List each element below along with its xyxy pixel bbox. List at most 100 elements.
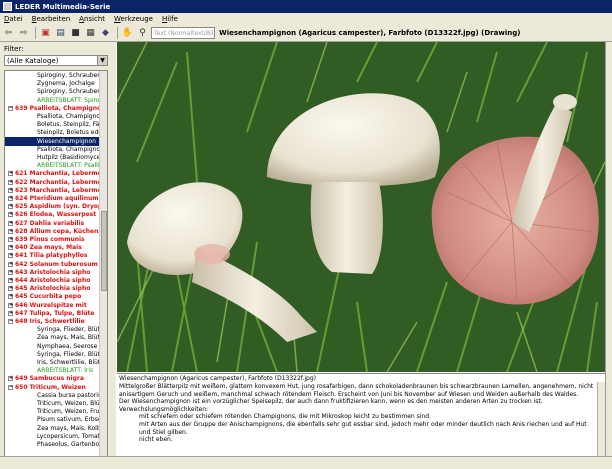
expand-icon[interactable]: + bbox=[8, 269, 13, 275]
menu-datei[interactable]: Datei bbox=[4, 15, 23, 23]
tree-item[interactable]: +626 Elodea, Wasserpest bbox=[5, 210, 101, 219]
tree-item-label: 628 Allium cepa, Küchenzwiebel bbox=[15, 227, 101, 235]
tree-item-label: Nymphaea, Seerose bbox=[37, 342, 98, 350]
tree-item[interactable]: +645 Aristolochia sipho bbox=[5, 284, 101, 293]
tree-item-label: 639 Pinus communis bbox=[15, 236, 85, 243]
tree-item-label: Iris, Schwertlilie, Blüte bbox=[37, 359, 101, 366]
tree-item[interactable]: −648 Iris, Schwertlilie bbox=[5, 317, 101, 326]
tree-item[interactable]: Boletus, Steinpilz, Fäden bbox=[5, 120, 101, 129]
tree-item[interactable]: Zea mays, Mais, Blüte bbox=[5, 333, 101, 342]
tree-item[interactable]: ARBEITSBLATT: Iris bbox=[5, 366, 101, 375]
tree-item[interactable]: ARBEITSBLATT: Psalliota bbox=[5, 161, 101, 170]
tree-item[interactable]: Spiroginy, Schraubenalge bbox=[5, 71, 101, 80]
tree-item[interactable]: +625 Aspidium (syn. Dryopteris) bbox=[5, 202, 101, 211]
chevron-down-icon[interactable]: ▼ bbox=[97, 56, 107, 65]
print-icon[interactable]: ▦ bbox=[84, 27, 97, 40]
tree-item[interactable]: +641 Tilia platyphyllos bbox=[5, 251, 101, 260]
tree-item[interactable]: +628 Allium cepa, Küchenzwiebel bbox=[5, 227, 101, 236]
tree-item[interactable]: +645 Cucurbita pepo bbox=[5, 292, 101, 301]
tree-item[interactable]: +640 Zea mays, Mais bbox=[5, 243, 101, 252]
tree-item[interactable]: +621 Marchantia, Lebermoos bbox=[5, 169, 101, 178]
expand-icon[interactable]: + bbox=[8, 302, 13, 308]
tree-item[interactable]: Zygnema, Jochalge bbox=[5, 79, 101, 88]
collapse-icon[interactable]: − bbox=[8, 319, 13, 324]
expand-icon[interactable]: + bbox=[8, 220, 13, 226]
main-scrollbar[interactable] bbox=[605, 42, 612, 469]
collapse-icon[interactable]: − bbox=[8, 384, 13, 390]
tree-item[interactable]: Triticum, Weizen, Fruchtkn bbox=[5, 407, 101, 416]
catalog-tree[interactable]: Phaseolus, GartenbohneLycopersicum, Toma… bbox=[4, 70, 108, 460]
settings-icon[interactable]: ◆ bbox=[99, 27, 112, 40]
tree-item[interactable]: Cassia bursa pastoris bbox=[5, 391, 101, 400]
folder-icon[interactable]: ▤ bbox=[54, 27, 67, 40]
hand-icon[interactable]: ✋ bbox=[121, 27, 134, 40]
tree-item[interactable]: +649 Sambucus nigra bbox=[5, 374, 101, 383]
expand-icon[interactable]: + bbox=[8, 261, 13, 267]
tree-item[interactable]: +627 Dahlia variabilis bbox=[5, 219, 101, 228]
tree-item[interactable]: Hutpilz (Basidiomycet) bbox=[5, 153, 101, 162]
tree-item[interactable]: Syringa, Flieder, Blüte bbox=[5, 350, 101, 359]
tree-item[interactable]: ARBEITSBLATT: Spiroginy bbox=[5, 96, 101, 105]
expand-icon[interactable]: + bbox=[8, 294, 13, 300]
tree-item[interactable]: Triticum, Weizen, Blüte bbox=[5, 399, 101, 408]
tree-item[interactable]: Phaseolus, Gartenbohne bbox=[5, 440, 101, 449]
mushroom-photo bbox=[117, 42, 605, 372]
tree-item[interactable]: +623 Marchantia, Lebermoos bbox=[5, 186, 101, 195]
menu-bearbeiten[interactable]: Bearbeiten bbox=[32, 15, 70, 23]
expand-icon[interactable]: + bbox=[8, 376, 13, 382]
tree-item[interactable]: Wiesenchampignon bbox=[5, 136, 101, 146]
tree-item[interactable]: Iris, Schwertlilie, Blüte bbox=[5, 358, 101, 367]
tree-item[interactable]: +639 Pinus communis bbox=[5, 235, 101, 244]
tree-item[interactable]: −639 Psalliota, Champignon bbox=[5, 104, 101, 113]
tree-item-label: 648 Iris, Schwertlilie bbox=[15, 318, 85, 325]
collapse-icon[interactable]: − bbox=[8, 105, 13, 111]
image-viewer[interactable] bbox=[117, 42, 605, 372]
forward-arrow-icon[interactable]: ⇨ bbox=[17, 27, 30, 40]
tree-item[interactable]: Steinpilz, Boletus edulis bbox=[5, 128, 101, 137]
expand-icon[interactable]: + bbox=[8, 204, 13, 210]
menu-hilfe[interactable]: Hilfe bbox=[162, 15, 178, 23]
tree-item[interactable]: Psalliota, Champignon bbox=[5, 112, 101, 121]
filter-dropdown[interactable]: (Alle Kataloge) ▼ bbox=[4, 55, 108, 66]
tree-item[interactable]: +643 Aristolochia sipho bbox=[5, 268, 101, 277]
tree-item[interactable]: Nymphaea, Seerose bbox=[5, 342, 101, 351]
search-input[interactable]: Text (Normaltext/Bild) bbox=[151, 27, 215, 39]
tree-item[interactable]: +624 Pteridium aquilinum bbox=[5, 194, 101, 203]
tree-scroll-thumb[interactable] bbox=[101, 211, 107, 291]
menu-ansicht[interactable]: Ansicht bbox=[79, 15, 105, 23]
menu-werkzeuge[interactable]: Werkzeuge bbox=[114, 15, 153, 23]
expand-icon[interactable]: + bbox=[8, 171, 13, 177]
expand-icon[interactable]: + bbox=[8, 187, 13, 193]
save-icon[interactable]: ■ bbox=[69, 27, 82, 40]
expand-icon[interactable]: + bbox=[8, 212, 13, 218]
back-arrow-icon[interactable]: ⇦ bbox=[2, 27, 15, 40]
expand-icon[interactable]: + bbox=[8, 253, 13, 259]
expand-icon[interactable]: + bbox=[8, 286, 13, 292]
tree-item[interactable]: Psalliota, Champignon bbox=[5, 145, 101, 154]
tree-item[interactable]: Zea mays, Mais, Kolben bbox=[5, 424, 101, 433]
tree-item[interactable]: Pisum sativum, Erbse bbox=[5, 415, 101, 424]
expand-icon[interactable]: + bbox=[8, 278, 13, 283]
expand-icon[interactable]: + bbox=[8, 179, 13, 185]
tree-item[interactable]: Syringa, Flieder, Blüte bbox=[5, 325, 101, 334]
tree-item-label: Triticum, Weizen, Fruchtkn bbox=[37, 408, 101, 416]
tree-item[interactable]: +642 Solanum tuberosum bbox=[5, 260, 101, 269]
tree-item[interactable]: Spiroginy, Schraubenalge bbox=[5, 87, 101, 96]
tree-item[interactable]: +644 Aristolochia sipho bbox=[5, 276, 101, 285]
tree-item[interactable]: Lycopersicum, Tomate bbox=[5, 432, 101, 441]
tree-item[interactable]: −650 Triticum, Weizen bbox=[5, 383, 101, 392]
description-scrollbar[interactable] bbox=[597, 382, 605, 456]
copy-icon[interactable]: ▣ bbox=[39, 27, 52, 40]
expand-icon[interactable]: + bbox=[8, 237, 13, 242]
expand-icon[interactable]: + bbox=[8, 196, 13, 201]
expand-icon[interactable]: + bbox=[8, 245, 13, 251]
description-line: anisartigem Geruch und weißem, manchmal … bbox=[119, 390, 579, 398]
tree-item[interactable]: +647 Tulipa, Tulpe, Blüte bbox=[5, 309, 101, 318]
expand-icon[interactable]: + bbox=[8, 228, 13, 234]
tree-item[interactable]: +622 Marchantia, Lebermoos bbox=[5, 178, 101, 187]
zoom-icon[interactable]: ⚲ bbox=[136, 27, 149, 40]
expand-icon[interactable]: + bbox=[8, 310, 13, 316]
tree-scrollbar[interactable] bbox=[99, 71, 107, 459]
tree-item-label: 626 Elodea, Wasserpest bbox=[15, 211, 97, 219]
tree-item[interactable]: +646 Wurzelspitze mit bbox=[5, 301, 101, 310]
